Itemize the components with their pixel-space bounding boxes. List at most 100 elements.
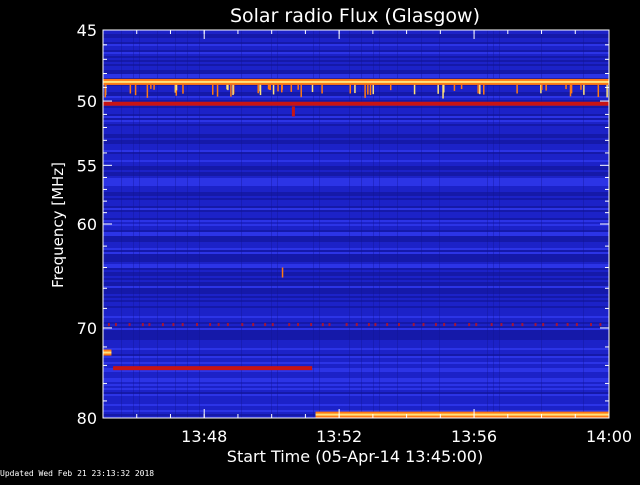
spike bbox=[232, 84, 234, 96]
spike bbox=[483, 84, 485, 95]
dot-mark bbox=[288, 323, 291, 327]
artifact bbox=[281, 267, 284, 278]
texture-column bbox=[379, 30, 380, 418]
spike bbox=[364, 84, 366, 98]
texture-band bbox=[103, 70, 609, 72]
texture-band bbox=[103, 60, 609, 62]
artifact bbox=[291, 106, 295, 117]
texture-band bbox=[103, 326, 609, 328]
texture-column bbox=[499, 30, 500, 418]
dot-mark bbox=[475, 323, 478, 327]
spike bbox=[389, 84, 392, 91]
texture-band bbox=[103, 286, 609, 288]
spike bbox=[437, 84, 439, 94]
texture-column bbox=[397, 30, 398, 418]
texture-band bbox=[103, 316, 609, 318]
emission-line bbox=[103, 101, 609, 106]
dot-mark bbox=[443, 323, 446, 327]
texture-band bbox=[103, 404, 609, 406]
spike bbox=[460, 84, 463, 90]
texture-band bbox=[103, 336, 609, 338]
dot-mark bbox=[599, 323, 602, 327]
texture-band bbox=[103, 334, 609, 336]
texture-band bbox=[103, 388, 609, 390]
y-tick-label: 70 bbox=[77, 319, 97, 338]
texture-band bbox=[103, 370, 609, 372]
dot-mark bbox=[490, 323, 493, 327]
dot-mark bbox=[397, 323, 400, 327]
x-axis-label: Start Time (05-Apr-14 13:45:00) bbox=[227, 447, 483, 466]
dot-mark bbox=[367, 323, 370, 327]
emission-line-core bbox=[103, 80, 609, 83]
spike bbox=[541, 84, 543, 90]
texture-band bbox=[103, 362, 609, 364]
dot-mark bbox=[422, 323, 425, 327]
texture-band bbox=[103, 42, 609, 44]
texture-band bbox=[103, 192, 609, 194]
texture-band bbox=[103, 118, 609, 120]
dot-mark bbox=[241, 323, 244, 327]
texture-band bbox=[103, 240, 609, 242]
texture-band bbox=[103, 184, 609, 186]
spike bbox=[182, 84, 184, 94]
dot-mark bbox=[412, 323, 415, 327]
y-tick-label: 45 bbox=[77, 21, 97, 40]
texture-band bbox=[103, 174, 609, 176]
y-tick-label: 60 bbox=[77, 215, 97, 234]
texture-band bbox=[103, 236, 609, 238]
texture-band bbox=[103, 208, 609, 210]
texture-column bbox=[241, 30, 242, 418]
texture-band bbox=[103, 220, 609, 222]
texture-band bbox=[103, 250, 609, 252]
spike bbox=[570, 84, 573, 94]
spike bbox=[580, 84, 582, 90]
y-axis-label: Frequency [MHz] bbox=[49, 162, 67, 288]
y-tick-label: 80 bbox=[77, 409, 97, 428]
texture-column bbox=[121, 30, 122, 418]
dot-mark bbox=[195, 323, 198, 327]
spike bbox=[257, 84, 259, 94]
spike bbox=[372, 84, 374, 95]
dot-mark bbox=[468, 323, 471, 327]
texture-band bbox=[103, 356, 609, 358]
texture-band bbox=[103, 332, 609, 334]
spike bbox=[104, 84, 107, 98]
texture-band bbox=[103, 292, 609, 294]
texture-band bbox=[103, 392, 609, 394]
texture-band bbox=[103, 248, 609, 250]
texture-band bbox=[103, 260, 609, 262]
emission-line bbox=[113, 366, 313, 371]
texture-band bbox=[103, 100, 609, 102]
spectrogram-chart: Solar radio Flux (Glasgow) 455055607080 … bbox=[0, 0, 640, 480]
dot-mark bbox=[328, 323, 331, 327]
spike bbox=[367, 84, 369, 95]
texture-band bbox=[103, 76, 609, 78]
texture-band bbox=[103, 254, 609, 256]
texture-band bbox=[103, 116, 609, 118]
texture-band bbox=[103, 252, 609, 254]
dot-mark bbox=[114, 323, 117, 327]
spike bbox=[230, 84, 232, 97]
x-tick-label: 14:00 bbox=[586, 427, 632, 446]
texture-band bbox=[103, 384, 609, 386]
dot-mark bbox=[542, 323, 545, 327]
spike bbox=[134, 84, 137, 96]
spike bbox=[565, 84, 567, 90]
spike bbox=[129, 84, 132, 94]
texture-column bbox=[157, 30, 158, 418]
spike bbox=[321, 84, 323, 94]
texture-band bbox=[103, 182, 609, 184]
texture-band bbox=[103, 224, 609, 226]
texture-band bbox=[103, 194, 609, 196]
texture-band bbox=[103, 238, 609, 240]
spike bbox=[153, 84, 155, 90]
dot-mark bbox=[161, 323, 164, 327]
spike bbox=[146, 84, 149, 98]
texture-band bbox=[103, 234, 609, 236]
spike bbox=[277, 84, 279, 92]
texture-band bbox=[103, 92, 609, 94]
dot-mark bbox=[148, 323, 151, 327]
texture-band bbox=[103, 114, 609, 116]
spike bbox=[606, 84, 608, 98]
dot-mark bbox=[172, 323, 175, 327]
